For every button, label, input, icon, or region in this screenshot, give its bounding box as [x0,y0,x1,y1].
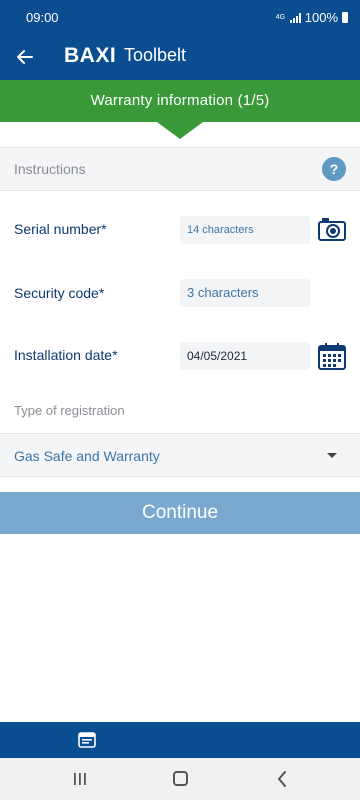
recents-icon[interactable] [73,773,87,785]
brand-logo: BAXI [64,44,117,67]
instructions-row[interactable]: Instructions ? [0,147,360,191]
step-banner: Warranty information (1/5) [0,80,360,122]
continue-button[interactable]: Continue [0,492,360,534]
banner-pointer [157,122,203,139]
calendar-icon[interactable] [318,342,346,370]
bottom-bar [0,722,360,758]
status-time: 09:00 [26,10,59,25]
chevron-down-icon [327,453,337,458]
installation-date-label: Installation date* [14,347,118,363]
help-icon[interactable]: ? [322,157,346,181]
network-type: 4G [275,14,286,21]
registration-type-value: Gas Safe and Warranty [14,448,160,464]
installation-date-input[interactable]: 04/05/2021 [180,342,310,370]
serial-number-input[interactable]: 14 characters [180,216,310,244]
battery-percent: 100% [304,10,338,25]
camera-icon[interactable] [318,216,346,242]
system-nav-bar [0,758,360,800]
status-indicators: 4G 100% [276,10,348,25]
signal-icon [289,12,301,23]
registration-type-select[interactable]: Gas Safe and Warranty [0,433,360,477]
app-bar: BAXI Toolbelt [0,34,360,80]
back-icon[interactable] [276,771,288,787]
security-code-label: Security code* [14,285,105,301]
serial-number-label: Serial number* [14,221,107,237]
security-code-input[interactable]: 3 characters [180,279,310,307]
app-title: Toolbelt [124,45,187,65]
instructions-label: Instructions [14,161,86,177]
battery-icon [342,12,348,23]
back-arrow-icon[interactable] [14,46,36,68]
home-icon[interactable] [173,771,188,786]
status-bar: 09:00 4G 100% [0,0,360,34]
registration-type-label: Type of registration [14,403,125,418]
id-card-icon[interactable] [78,731,96,749]
